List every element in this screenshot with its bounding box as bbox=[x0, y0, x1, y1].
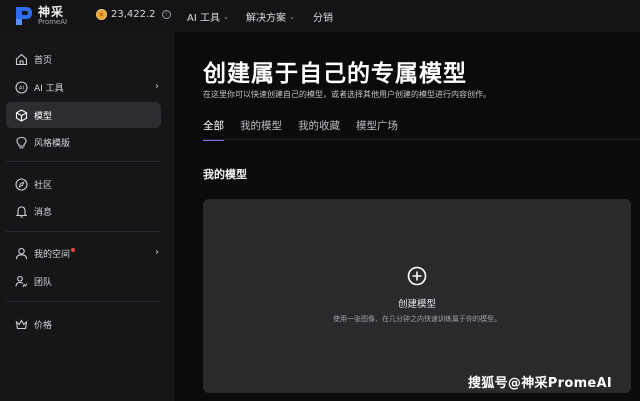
sidebar-item-label: 消息 bbox=[34, 207, 53, 218]
info-icon[interactable]: ! bbox=[161, 10, 171, 19]
chevron-right-icon: › bbox=[155, 247, 159, 258]
sidebar-item-label: 社区 bbox=[34, 180, 53, 191]
notification-dot bbox=[71, 248, 76, 252]
team-icon bbox=[14, 274, 28, 288]
bulb-icon bbox=[14, 135, 28, 149]
create-model-card[interactable]: 创建模型 使用一张图像、在几分钟之内快速训练属于你的模型。 bbox=[203, 199, 631, 393]
sidebar-divider bbox=[6, 231, 161, 232]
logo-mark-icon bbox=[14, 5, 34, 27]
create-model-label: 创建模型 bbox=[397, 299, 436, 310]
ai-icon: AI bbox=[14, 80, 28, 94]
coin-icon bbox=[96, 9, 107, 20]
nav-solutions[interactable]: 解决方案 ⌄ bbox=[246, 9, 295, 25]
svg-text:AI: AI bbox=[18, 85, 24, 91]
tab-my-models[interactable]: 我的模型 bbox=[240, 118, 282, 140]
sidebar-item-team[interactable]: 团队 bbox=[6, 268, 161, 294]
sidebar-divider bbox=[6, 161, 161, 162]
sidebar-item-label: 模型 bbox=[34, 111, 53, 122]
page-title: 创建属于自己的专属模型 bbox=[203, 61, 467, 87]
tab-all[interactable]: 全部 bbox=[203, 118, 224, 141]
sidebar-item-pricing[interactable]: 价格 bbox=[6, 311, 161, 337]
user-icon bbox=[14, 246, 28, 260]
cube-icon bbox=[14, 108, 28, 122]
credits-value: 23,422.2 bbox=[111, 9, 156, 20]
sidebar-item-style-templates[interactable]: 风格模版 bbox=[6, 129, 161, 155]
compass-icon bbox=[14, 177, 28, 191]
tab-model-square[interactable]: 模型广场 bbox=[356, 118, 398, 140]
create-model-description: 使用一张图像、在几分钟之内快速训练属于你的模型。 bbox=[333, 315, 501, 323]
credits-balance[interactable]: 23,422.2 ! bbox=[96, 9, 171, 20]
sidebar-item-my-space[interactable]: 我的空间 › bbox=[6, 240, 161, 266]
brand-name-cn: 神采 bbox=[38, 5, 65, 19]
watermark: 搜狐号@神采PromeAI bbox=[468, 376, 613, 391]
nav-ai-tools[interactable]: AI 工具 ⌄ bbox=[187, 9, 229, 25]
sidebar-item-ai-tools[interactable]: AI AI 工具 › bbox=[6, 74, 161, 100]
sidebar-divider bbox=[6, 301, 161, 302]
sidebar-item-label: AI 工具 bbox=[34, 83, 64, 94]
sidebar-item-label: 我的空间 bbox=[34, 249, 71, 260]
sidebar-item-label: 首页 bbox=[34, 55, 53, 66]
sidebar-item-community[interactable]: 社区 bbox=[6, 171, 161, 197]
sidebar-item-messages[interactable]: 消息 bbox=[6, 198, 161, 224]
nav-solutions-label: 解决方案 bbox=[246, 13, 286, 24]
sidebar-item-label: 风格模版 bbox=[34, 138, 71, 149]
chevron-right-icon: › bbox=[155, 81, 159, 92]
tab-my-favorites[interactable]: 我的收藏 bbox=[298, 118, 340, 140]
page-subtitle: 在这里你可以快速创建自己的模型，或者选择其他用户创建的模型进行内容创作。 bbox=[203, 90, 491, 99]
nav-ai-tools-label: AI 工具 bbox=[187, 13, 220, 24]
chevron-down-icon: ⌄ bbox=[289, 12, 295, 21]
sidebar-item-models[interactable]: 模型 bbox=[6, 102, 161, 128]
top-bar: 神采 PromeAI 23,422.2 ! AI 工具 ⌄ 解决方案 ⌄ 分销 bbox=[0, 0, 640, 32]
home-icon bbox=[14, 52, 28, 66]
brand-name-en: PromeAI bbox=[38, 18, 68, 26]
sidebar-item-home[interactable]: 首页 bbox=[6, 46, 161, 72]
main-content: 创建属于自己的专属模型 在这里你可以快速创建自己的模型，或者选择其他用户创建的模… bbox=[174, 32, 640, 401]
sidebar-item-label: 团队 bbox=[34, 277, 53, 288]
logo[interactable]: 神采 PromeAI bbox=[14, 5, 67, 27]
section-title-my-models: 我的模型 bbox=[203, 168, 247, 181]
model-tabs: 全部 我的模型 我的收藏 模型广场 bbox=[203, 118, 414, 141]
tabs-divider bbox=[203, 139, 640, 140]
nav-distribution-label: 分销 bbox=[313, 13, 333, 24]
sidebar-item-label: 价格 bbox=[34, 320, 53, 331]
plus-circle-icon bbox=[407, 266, 427, 286]
bell-icon bbox=[14, 204, 28, 218]
chevron-down-icon: ⌄ bbox=[222, 12, 229, 21]
nav-distribution[interactable]: 分销 bbox=[313, 9, 333, 24]
sidebar: 首页 AI AI 工具 › 模型 风格模版 社区 消息 我的空间 › 团队 价格 bbox=[0, 32, 174, 401]
crown-icon bbox=[14, 317, 28, 331]
